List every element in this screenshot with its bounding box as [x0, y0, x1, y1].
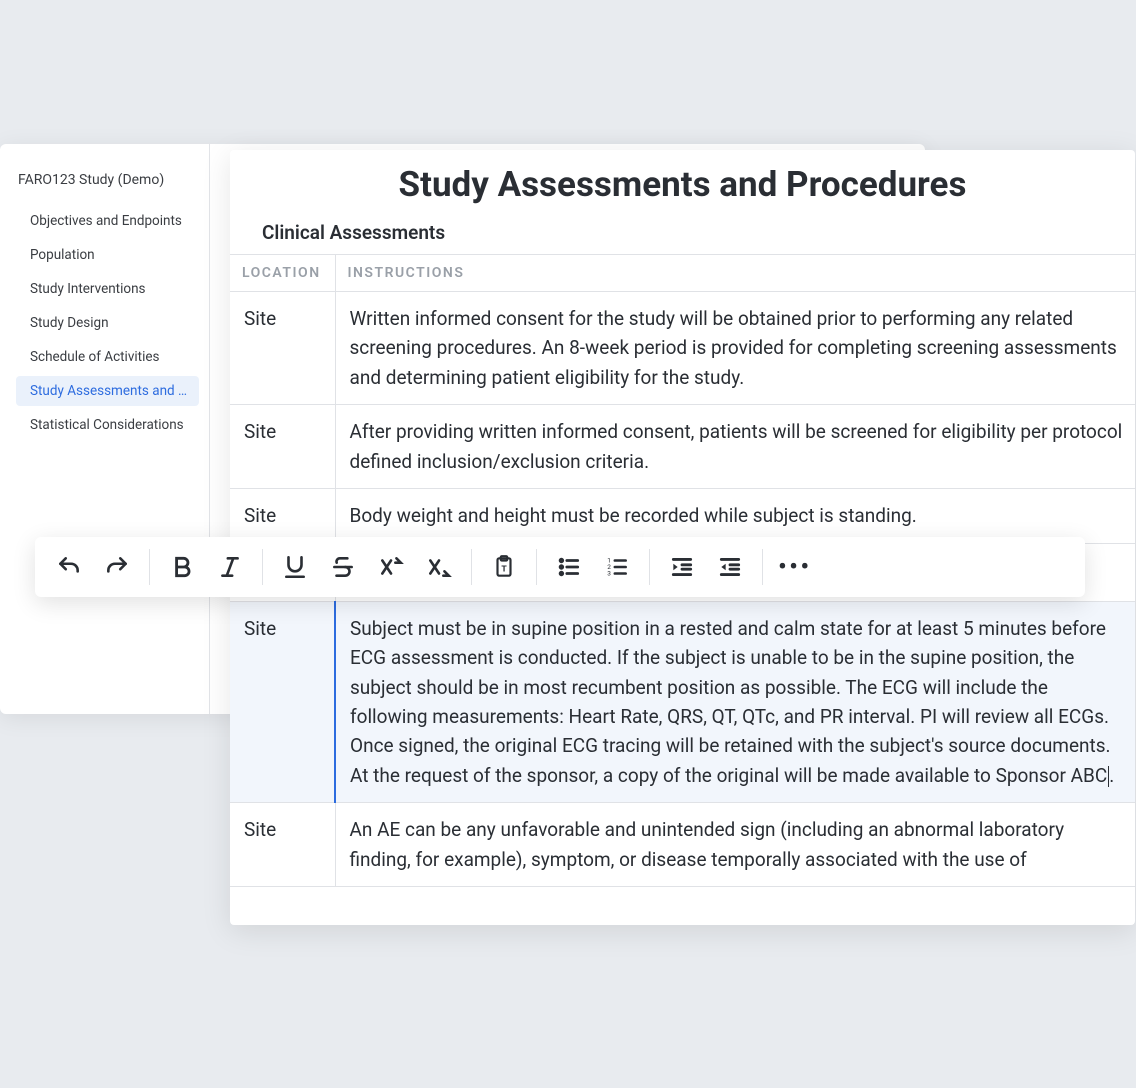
indent-decrease-icon	[717, 554, 743, 580]
cell-location: Site	[230, 489, 335, 543]
cell-instructions: After providing written informed consent…	[335, 405, 1135, 489]
toolbar-group: •••	[771, 537, 819, 597]
cell-instructions: Body weight and height must be recorded …	[335, 489, 1135, 543]
bulleted-list-icon	[556, 554, 582, 580]
section-subtitle: Clinical Assessments	[230, 213, 1135, 254]
cell-location: Site	[230, 292, 335, 405]
bold-icon	[169, 554, 195, 580]
toolbar-group	[158, 537, 254, 597]
toolbar-group: T	[480, 537, 528, 597]
redo-button[interactable]	[93, 543, 141, 591]
page-title: Study Assessments and Procedures	[230, 150, 1135, 213]
strikethrough-icon	[330, 554, 356, 580]
bold-button[interactable]	[158, 543, 206, 591]
cell-instructions: Written informed consent for the study w…	[335, 292, 1135, 405]
indent-decrease-button[interactable]	[706, 543, 754, 591]
toolbar-group	[271, 537, 463, 597]
column-header-location: LOCATION	[230, 255, 335, 292]
sidebar-item[interactable]: Population	[16, 240, 199, 270]
superscript-icon	[378, 554, 404, 580]
subscript-button[interactable]	[415, 543, 463, 591]
subscript-icon	[426, 554, 452, 580]
undo-button[interactable]	[45, 543, 93, 591]
italic-icon	[217, 554, 243, 580]
cell-location[interactable]: Site	[230, 601, 335, 803]
text-cursor	[1108, 766, 1109, 787]
cell-location: Site	[230, 405, 335, 489]
bulleted-list-button[interactable]	[545, 543, 593, 591]
paste-text-button[interactable]: T	[480, 543, 528, 591]
svg-text:3: 3	[607, 570, 611, 578]
indent-increase-icon	[669, 554, 695, 580]
toolbar-group: 123	[545, 537, 641, 597]
sidebar-item[interactable]: Study Interventions	[16, 274, 199, 304]
cell-location: Site	[230, 803, 335, 887]
sidebar: FARO123 Study (Demo) Objectives and Endp…	[0, 144, 210, 714]
paste-text-icon: T	[491, 554, 517, 580]
sidebar-item[interactable]: Objectives and Endpoints	[16, 206, 199, 236]
toolbar-separator	[649, 549, 650, 585]
toolbar-separator	[471, 549, 472, 585]
toolbar-separator	[149, 549, 150, 585]
toolbar-separator	[762, 549, 763, 585]
more-button[interactable]: •••	[771, 543, 819, 591]
cell-instructions: An AE can be any unfavorable and uninten…	[335, 803, 1135, 887]
superscript-button[interactable]	[367, 543, 415, 591]
underline-button[interactable]	[271, 543, 319, 591]
toolbar-separator	[262, 549, 263, 585]
toolbar-separator	[536, 549, 537, 585]
table-row: SiteWritten informed consent for the stu…	[230, 292, 1135, 405]
strikethrough-button[interactable]	[319, 543, 367, 591]
redo-icon	[104, 554, 130, 580]
indent-increase-button[interactable]	[658, 543, 706, 591]
toolbar-group	[45, 537, 141, 597]
editor-toolbar: T 123 •••	[35, 537, 1085, 597]
table-row: SiteBody weight and height must be recor…	[230, 489, 1135, 543]
italic-button[interactable]	[206, 543, 254, 591]
numbered-list-button[interactable]: 123	[593, 543, 641, 591]
numbered-list-icon: 123	[604, 554, 630, 580]
sidebar-item[interactable]: Study Design	[16, 308, 199, 338]
underline-icon	[282, 554, 308, 580]
sidebar-item[interactable]: Schedule of Activities	[16, 342, 199, 372]
svg-text:T: T	[501, 564, 507, 574]
sidebar-item[interactable]: Study Assessments and Pr...	[16, 376, 199, 406]
undo-icon	[56, 554, 82, 580]
cell-instructions[interactable]: Subject must be in supine position in a …	[335, 601, 1135, 803]
table-row: SiteSubject must be in supine position i…	[230, 601, 1135, 803]
study-title: FARO123 Study (Demo)	[16, 172, 199, 188]
column-header-instructions: INSTRUCTIONS	[335, 255, 1135, 292]
table-row: SiteAfter providing written informed con…	[230, 405, 1135, 489]
sidebar-item[interactable]: Statistical Considerations	[16, 410, 199, 440]
toolbar-group	[658, 537, 754, 597]
table-row: SiteAn AE can be any unfavorable and uni…	[230, 803, 1135, 887]
nav-list: Objectives and Endpoints Population Study …	[16, 206, 199, 440]
more-icon: •••	[778, 555, 811, 580]
